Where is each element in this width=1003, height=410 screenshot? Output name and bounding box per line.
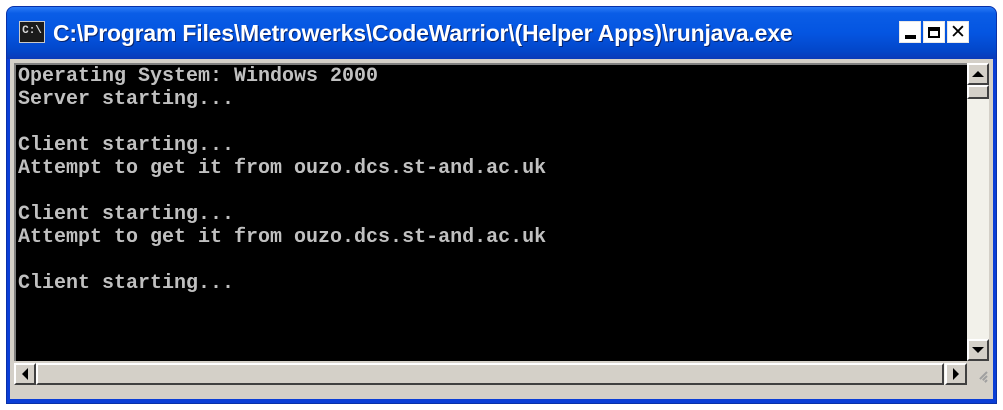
- arrow-right-icon: [953, 368, 959, 380]
- title-bar[interactable]: C:\ C:\Program Files\Metrowerks\CodeWarr…: [7, 7, 996, 59]
- console-line: Attempt to get it from ouzo.dcs.st-and.a…: [18, 226, 547, 249]
- console-line: Attempt to get it from ouzo.dcs.st-and.a…: [18, 157, 547, 180]
- maximize-button[interactable]: [923, 21, 945, 43]
- scroll-down-button[interactable]: [967, 339, 989, 361]
- console-line: Operating System: Windows 2000: [18, 65, 379, 88]
- arrow-left-icon: [22, 368, 28, 380]
- console-line: Server starting...: [18, 88, 235, 111]
- close-icon: ✕: [950, 21, 966, 43]
- window-client-area: Operating System: Windows 2000 Server st…: [10, 59, 993, 399]
- console-line: [16, 180, 967, 203]
- horizontal-scroll-thumb[interactable]: [36, 363, 944, 385]
- minimize-button[interactable]: [899, 21, 921, 43]
- minimize-icon: [904, 34, 916, 39]
- console-line: [16, 111, 967, 134]
- grip-line: [984, 379, 988, 383]
- arrow-up-icon: [972, 71, 984, 77]
- console-line: Client starting...: [18, 203, 235, 226]
- maximize-icon: [928, 26, 940, 38]
- close-button[interactable]: ✕: [947, 21, 969, 43]
- window-title: C:\Program Files\Metrowerks\CodeWarrior\…: [53, 20, 793, 46]
- console-line: Client starting...: [18, 272, 235, 295]
- scroll-right-button[interactable]: [945, 363, 967, 385]
- console-line: [16, 249, 967, 272]
- scroll-up-button[interactable]: [967, 63, 989, 85]
- scroll-left-button[interactable]: [14, 363, 36, 385]
- horizontal-scrollbar[interactable]: [14, 363, 967, 385]
- console-window: C:\ C:\Program Files\Metrowerks\CodeWarr…: [6, 6, 997, 404]
- console-app-icon[interactable]: C:\: [19, 21, 45, 43]
- vertical-scrollbar[interactable]: [967, 63, 989, 361]
- console-line: Client starting...: [18, 134, 235, 157]
- arrow-down-icon: [972, 347, 984, 353]
- vertical-scroll-thumb[interactable]: [967, 85, 989, 99]
- console-output[interactable]: Operating System: Windows 2000 Server st…: [14, 63, 967, 361]
- resize-grip-icon[interactable]: [967, 363, 989, 385]
